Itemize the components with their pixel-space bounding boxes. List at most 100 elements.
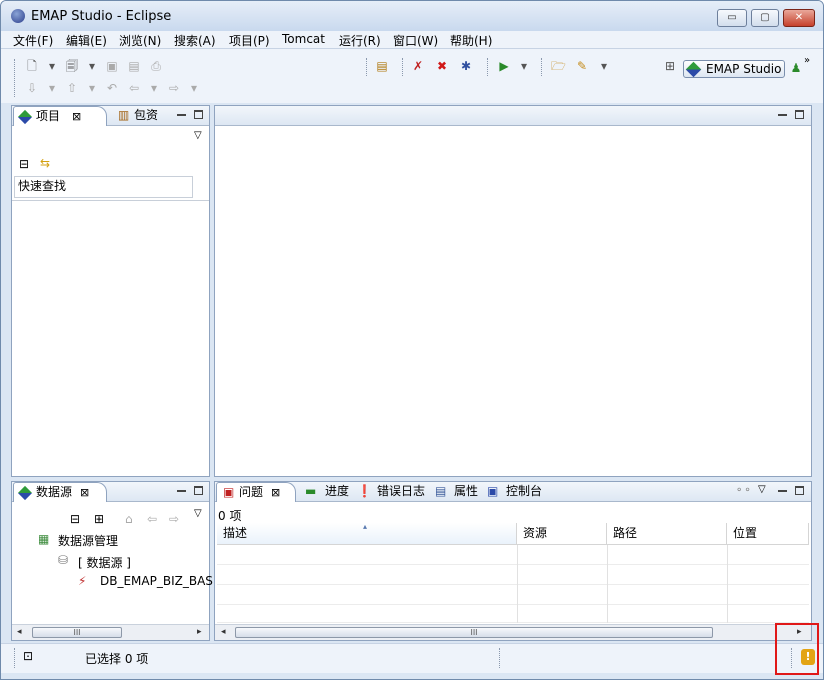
tab-package[interactable]: ▥ 包资 [112,106,162,126]
tab-error-log[interactable]: ❗ 错误日志 [357,482,429,502]
maximize-view-icon[interactable] [795,486,804,495]
column-header-description[interactable]: 描述 ▴ [217,522,517,545]
home-icon[interactable]: ⌂ [125,512,133,526]
back-icon[interactable]: ⇦ [127,81,141,95]
emap-perspective-icon [685,61,702,78]
menu-edit[interactable]: 编辑(E) [66,32,107,49]
scroll-left-icon[interactable]: ◂ [221,627,226,637]
minimize-view-icon[interactable] [778,487,787,492]
column-header-resource[interactable]: 资源 [517,523,607,545]
next-annotation-icon[interactable]: ⇩ [25,81,39,95]
dropdown-arrow-icon[interactable]: ▾ [85,81,99,95]
clipboard-icon[interactable]: ▤ [375,59,389,73]
dropdown-arrow-icon[interactable]: ▾ [517,59,531,73]
menu-navigate[interactable]: 浏览(N) [119,32,161,49]
minimize-view-icon[interactable] [177,111,186,116]
minimize-editor-icon[interactable] [778,111,787,116]
table-row [217,605,809,623]
filter-icon[interactable]: ⚬⚬ [735,485,752,496]
minimize-view-icon[interactable] [177,487,186,492]
dropdown-arrow-icon[interactable]: ▾ [147,81,161,95]
problems-horizontal-scrollbar[interactable]: ◂ III ▸ [215,624,811,640]
forward-icon[interactable]: ⇨ [167,81,181,95]
scroll-thumb[interactable]: III [32,627,122,638]
datasource-folder-icon: ⛁ [58,553,69,567]
maximize-editor-icon[interactable] [795,110,804,119]
editor-area [214,105,812,477]
close-button[interactable]: ✕ [783,9,815,27]
link-editor-icon[interactable]: ⇆ [40,156,50,170]
deploy-tool-icon[interactable]: ✱ [459,59,473,73]
menu-search[interactable]: 搜索(A) [174,32,216,49]
java-perspective-icon[interactable]: ♟ [789,61,803,75]
project-explorer-panel: 项目 ⊠ ▥ 包资 ▽ ⊟ ⇆ 快速查找 [11,105,210,477]
maximize-view-icon[interactable] [194,486,203,495]
tab-datasource[interactable]: 数据源 ⊠ [13,482,107,502]
column-header-location[interactable]: 位置 [727,523,809,545]
tab-problems-label: 问题 [239,485,264,499]
tab-properties[interactable]: ▤ 属性 [435,482,485,502]
last-edit-icon[interactable]: ↶ [105,81,119,95]
close-tab-icon[interactable]: ⊠ [271,483,280,502]
view-menu-icon[interactable]: ▽ [194,508,202,519]
open-folder-icon[interactable]: 🗁 [551,59,566,73]
scroll-right-icon[interactable]: ▸ [197,627,202,637]
collapse-all-icon[interactable]: ⊟ [70,512,80,526]
save-icon[interactable]: ▣ [105,59,119,73]
menu-tomcat[interactable]: Tomcat [282,32,325,46]
scroll-thumb[interactable]: III [235,627,713,638]
close-tab-icon[interactable]: ⊠ [80,483,89,502]
tab-properties-label: 属性 [454,484,479,498]
menu-run[interactable]: 运行(R) [339,32,381,49]
package-icon: ▥ [118,108,130,122]
expand-all-icon[interactable]: ⊞ [94,512,104,526]
dropdown-arrow-icon[interactable]: ▾ [187,81,201,95]
prev-annotation-icon[interactable]: ⇧ [65,81,79,95]
maximize-button[interactable]: ▢ [751,9,779,27]
save-all-icon[interactable]: ▤ [127,59,141,73]
fast-view-icon[interactable]: ⊡ [23,649,33,663]
collapse-all-icon[interactable]: ⊟ [19,157,29,171]
tree-node-db-emap-biz[interactable]: DB_EMAP_BIZ_BAS [100,574,213,588]
view-menu-icon[interactable]: ▽ [194,130,202,141]
forward-icon[interactable]: ⇨ [169,512,179,526]
menu-window[interactable]: 窗口(W) [393,32,438,49]
table-row [217,585,809,605]
datasource-manager-icon: ▦ [38,532,50,546]
print-icon[interactable]: ⎙ [149,59,163,73]
tree-node-datasource-manager[interactable]: 数据源管理 [58,532,118,549]
status-bar: ⊡ 已选择 0 项 [1,643,823,673]
column-header-path[interactable]: 路径 [607,523,727,545]
minimize-button[interactable]: ▭ [717,9,747,27]
new-wizard-icon[interactable]: 🗐 [65,59,79,73]
menu-help[interactable]: 帮助(H) [450,32,492,49]
new-file-icon[interactable]: 🗋 [25,59,39,73]
more-perspectives-chevron-icon[interactable]: » [804,55,810,66]
tab-project[interactable]: 项目 ⊠ [13,106,107,126]
open-perspective-icon[interactable]: ⊞ [663,59,677,73]
dropdown-arrow-icon[interactable]: ▾ [45,59,59,73]
tab-console[interactable]: ▣ 控制台 [487,482,547,502]
dropdown-arrow-icon[interactable]: ▾ [597,59,611,73]
scroll-left-icon[interactable]: ◂ [17,627,22,637]
datasource-horizontal-scrollbar[interactable]: ◂ III ▸ [12,624,209,640]
maximize-view-icon[interactable] [194,110,203,119]
tree-node-datasource[interactable]: [ 数据源 ] [78,554,131,571]
back-icon[interactable]: ⇦ [147,512,157,526]
menu-file[interactable]: 文件(F) [13,32,53,49]
stop-tool-icon[interactable]: ✖ [435,59,449,73]
tab-console-label: 控制台 [506,484,543,498]
dropdown-arrow-icon[interactable]: ▾ [85,59,99,73]
perspective-button-emap-studio[interactable]: EMAP Studio [683,60,785,78]
debug-tool-icon[interactable]: ✗ [411,59,425,73]
view-menu-icon[interactable]: ▽ [758,484,766,495]
pen-tool-icon[interactable]: ✎ [575,59,589,73]
quick-find-input[interactable]: 快速查找 [14,176,193,198]
dropdown-arrow-icon[interactable]: ▾ [45,81,59,95]
run-icon[interactable]: ▶ [497,59,511,73]
tab-progress[interactable]: ▬ 进度 [305,482,355,502]
tab-problems[interactable]: ▣ 问题 ⊠ [216,482,296,502]
warning-icon[interactable]: ! [801,649,815,665]
menu-project[interactable]: 项目(P) [229,32,270,49]
close-tab-icon[interactable]: ⊠ [72,107,81,126]
